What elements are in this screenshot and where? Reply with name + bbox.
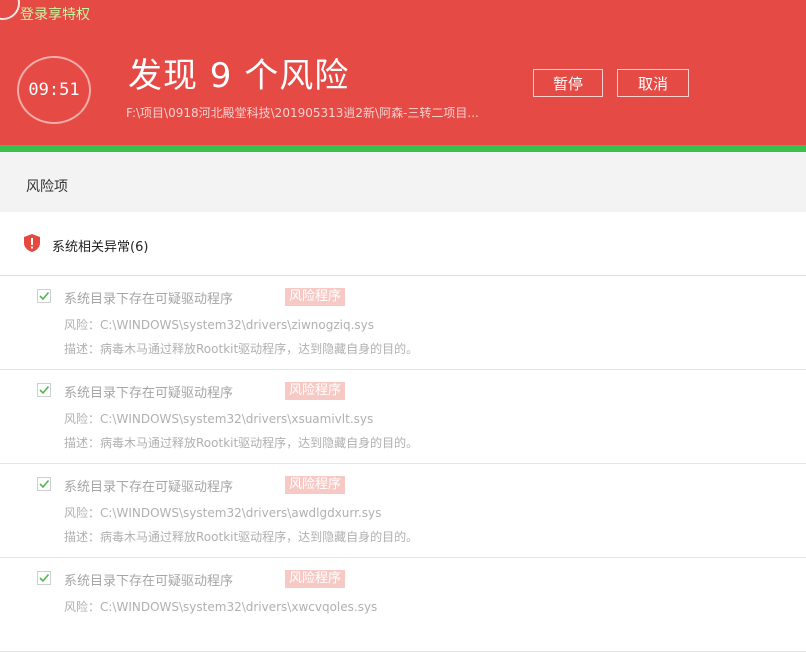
risk-item-name: 系统目录下存在可疑驱动程序 [64, 292, 234, 307]
pause-button[interactable]: 暂停 [533, 69, 603, 97]
risk-tag-badge: 风险程序 [285, 382, 346, 400]
checkbox-icon[interactable] [37, 477, 51, 491]
section-title: 风险项 [26, 179, 68, 195]
risk-item-path: 风险：C:\WINDOWS\system32\drivers\xwcvqoles… [64, 600, 378, 614]
login-privilege-link[interactable]: 登录享特权 [20, 4, 90, 24]
progress-bar [0, 145, 806, 152]
scan-result-title: 发现 9 个风险 [128, 56, 350, 96]
checkbox-icon[interactable] [37, 289, 51, 303]
checkbox-icon[interactable] [37, 383, 51, 397]
risk-item-description: 描述：病毒木马通过释放Rootkit驱动程序，达到隐藏自身的目的。 [64, 342, 419, 356]
category-row[interactable]: 系统相关异常(6) [0, 212, 806, 276]
risk-item[interactable]: 系统目录下存在可疑驱动程序 风险程序风险：C:\WINDOWS\system32\… [0, 558, 806, 652]
section-header: 风险项 [0, 152, 806, 212]
checkbox-icon[interactable] [37, 571, 51, 585]
risk-item-path: 风险：C:\WINDOWS\system32\drivers\awdlgdxur… [64, 506, 382, 520]
risk-tag-badge: 风险程序 [285, 570, 346, 588]
risk-item-name: 系统目录下存在可疑驱动程序 [64, 480, 234, 495]
risk-item-name: 系统目录下存在可疑驱动程序 [64, 574, 234, 589]
risk-tag-badge: 风险程序 [285, 476, 346, 494]
risk-item-description: 描述：病毒木马通过释放Rootkit驱动程序，达到隐藏自身的目的。 [64, 530, 419, 544]
risk-item-description: 描述：病毒木马通过释放Rootkit驱动程序，达到隐藏自身的目的。 [64, 436, 419, 450]
logo-icon [0, 0, 20, 20]
cancel-button[interactable]: 取消 [617, 69, 689, 97]
risk-item-name: 系统目录下存在可疑驱动程序 [64, 386, 234, 401]
category-label: 系统相关异常(6) [52, 240, 149, 255]
timer-text: 09:51 [28, 80, 80, 100]
risk-item[interactable]: 系统目录下存在可疑驱动程序 风险程序风险：C:\WINDOWS\system32\… [0, 464, 806, 558]
scan-timer: 09:51 [17, 56, 91, 124]
risk-tag-badge: 风险程序 [285, 288, 346, 306]
risk-item-path: 风险：C:\WINDOWS\system32\drivers\ziwnogziq… [64, 318, 375, 332]
risk-item[interactable]: 系统目录下存在可疑驱动程序 风险程序风险：C:\WINDOWS\system32\… [0, 276, 806, 370]
risk-item-path: 风险：C:\WINDOWS\system32\drivers\xsuamivlt… [64, 412, 374, 426]
scan-path: F:\项目\0918河北殿堂科技\201905313逍2新\阿森-三转二项目..… [126, 106, 479, 120]
shield-alert-icon [24, 234, 40, 252]
scan-header: 登录享特权 09:51 发现 9 个风险 F:\项目\0918河北殿堂科技\20… [0, 0, 806, 145]
risk-item[interactable]: 系统目录下存在可疑驱动程序 风险程序风险：C:\WINDOWS\system32\… [0, 370, 806, 464]
